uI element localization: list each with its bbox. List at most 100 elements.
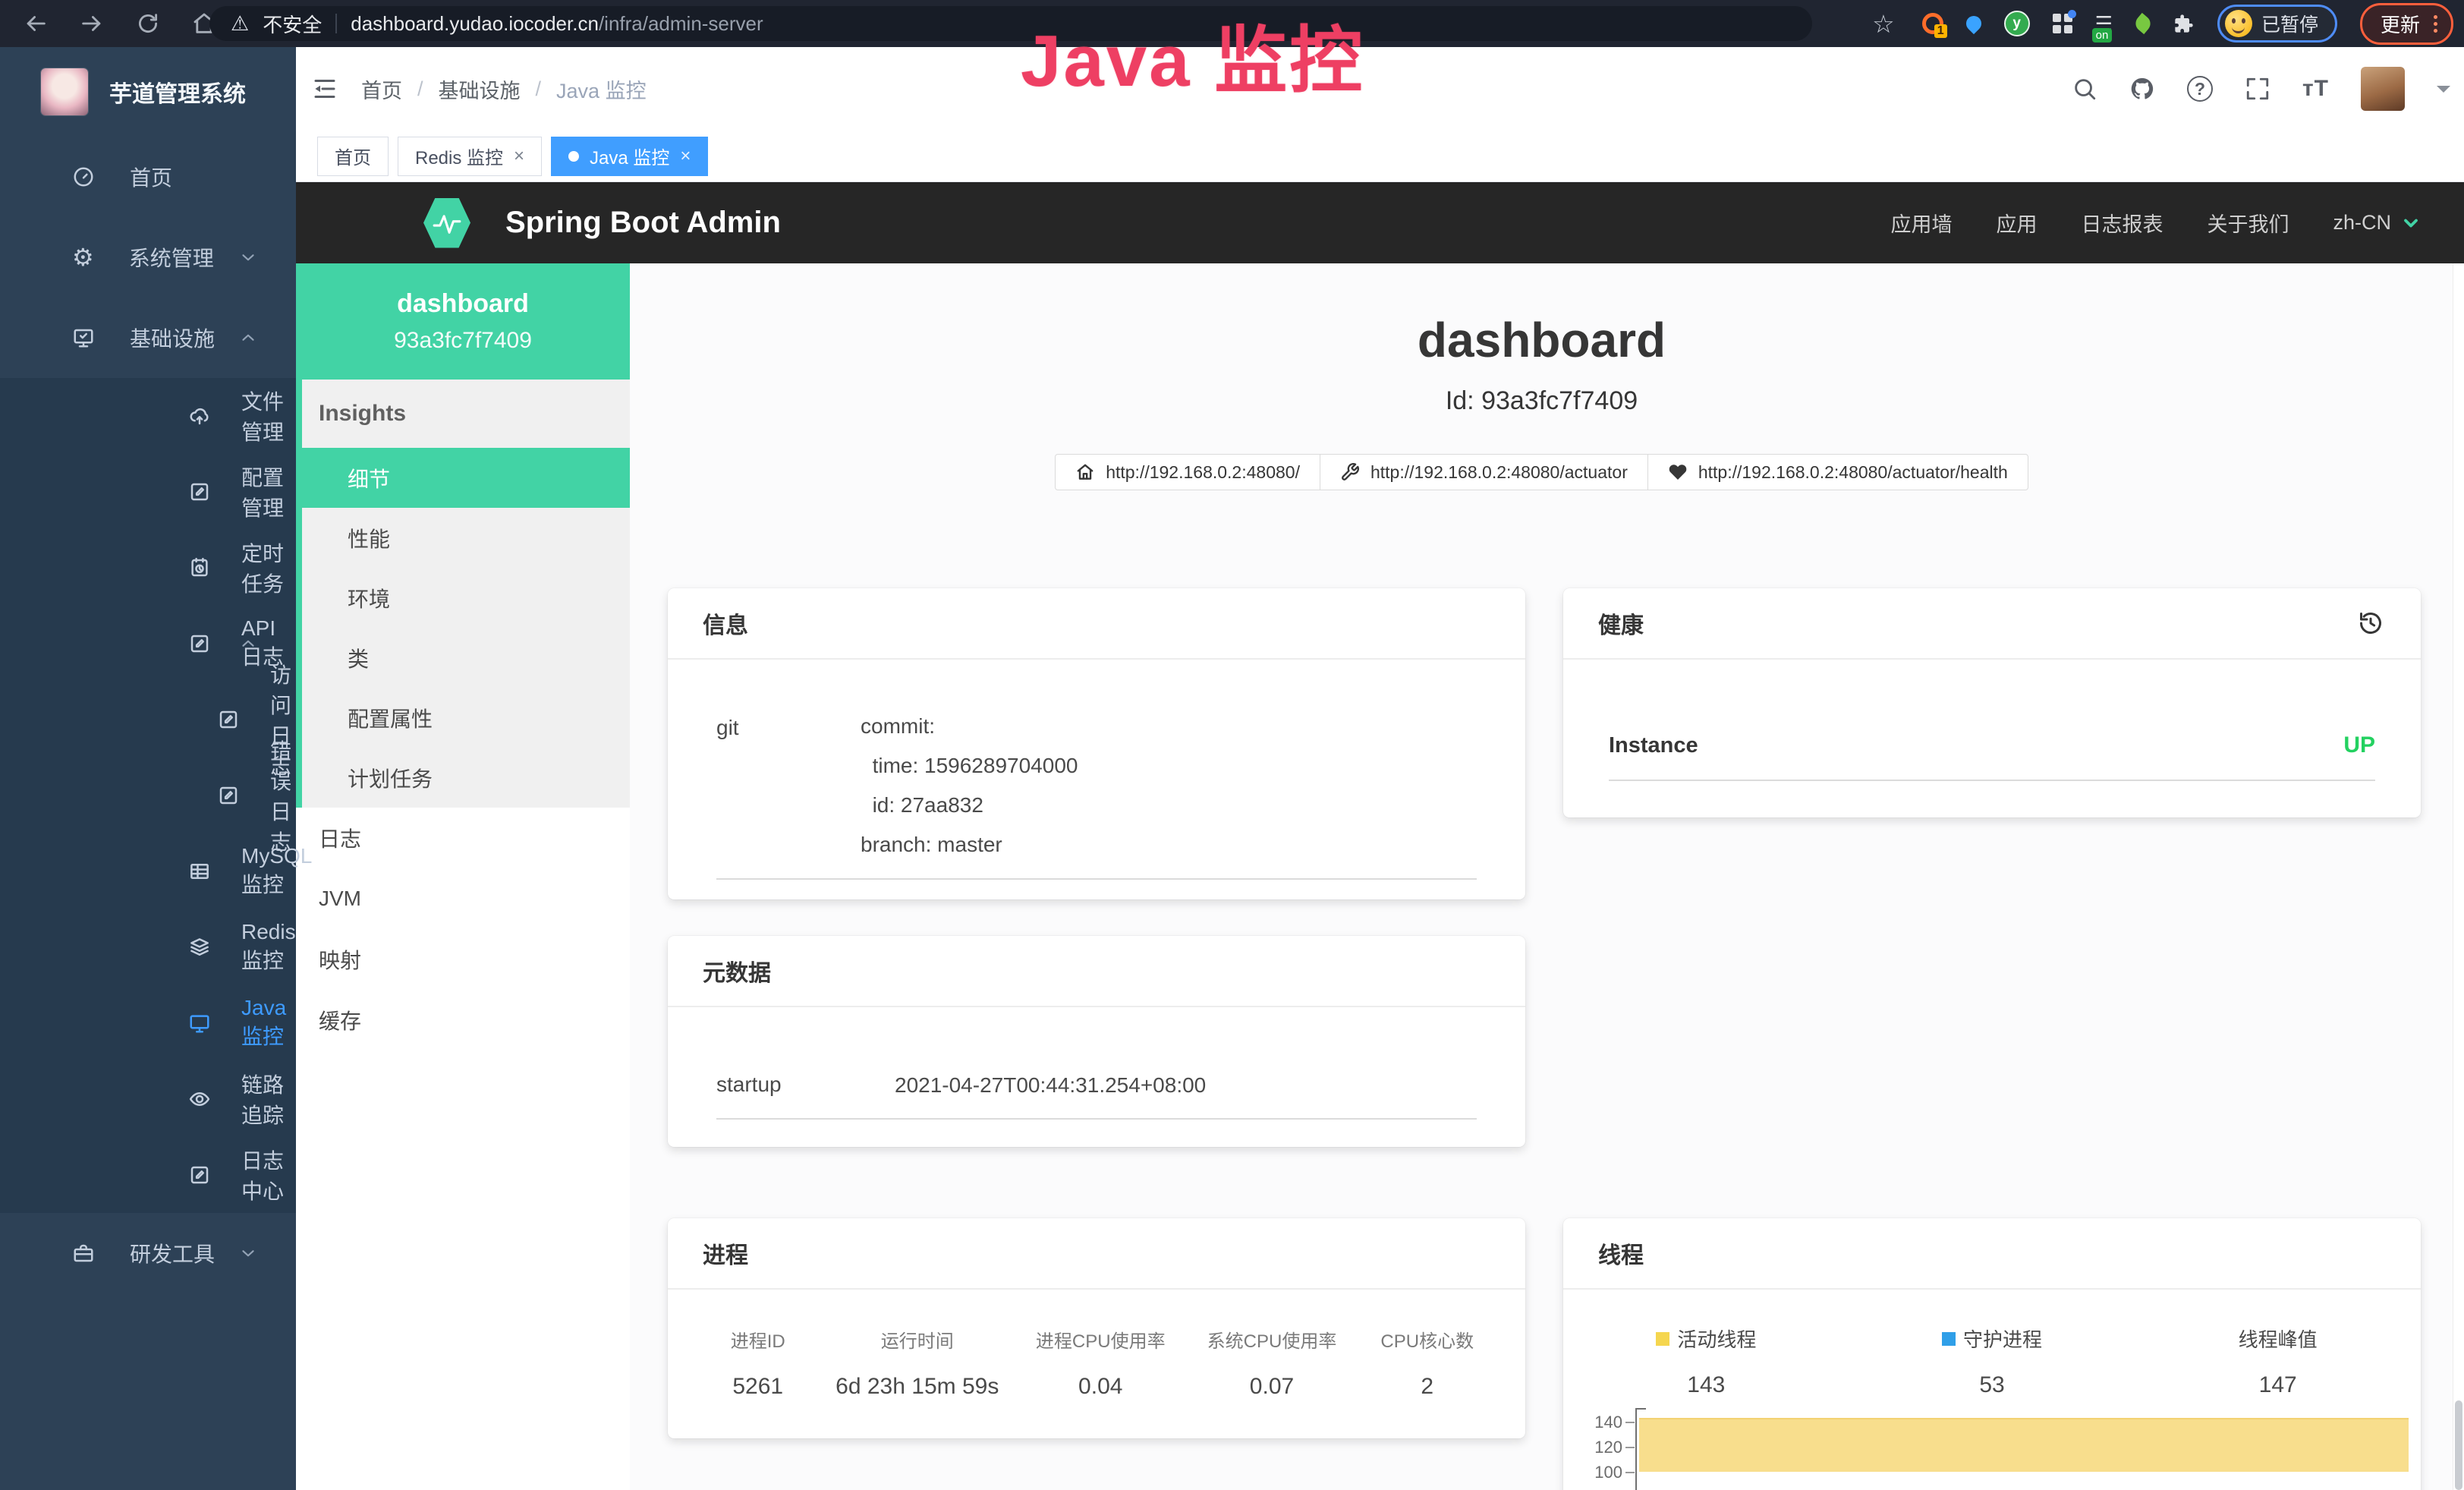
health-url-button[interactable]: http://192.168.0.2:48080/actuator/health	[1647, 454, 2028, 490]
service-url-button[interactable]: http://192.168.0.2:48080/	[1055, 454, 1320, 490]
reload-icon[interactable]	[135, 11, 161, 36]
sba-main: dashboard Id: 93a3fc7f7409 http://192.16…	[630, 263, 2453, 1490]
process-card: 进程 进程ID5261 运行时间6d 23h 15m 59s 进程CPU使用率0…	[668, 1218, 1525, 1438]
extension-leaf-icon[interactable]	[2132, 13, 2154, 34]
sidebar-item-log-center[interactable]: 日志中心	[0, 1137, 296, 1213]
chevron-down-icon	[2400, 213, 2422, 234]
help-icon[interactable]: ?	[2187, 76, 2213, 102]
sba-nav-wall[interactable]: 应用墙	[1890, 208, 1952, 238]
actuator-url-button[interactable]: http://192.168.0.2:48080/actuator	[1320, 454, 1648, 490]
sidebar-item-dev-tools[interactable]: 研发工具	[0, 1213, 296, 1293]
info-card-title: 信息	[703, 606, 748, 640]
legend-daemon-value: 53	[1849, 1372, 2135, 1398]
insights-group: Insights 细节 性能 环境 类 配置属性 计划任务	[296, 380, 630, 808]
sba-item-scheduled-tasks[interactable]: 计划任务	[302, 748, 630, 808]
sba-item-details[interactable]: 细节	[302, 448, 630, 508]
browser-menu-icon[interactable]	[2432, 14, 2439, 34]
sba-nav-journal[interactable]: 日志报表	[2081, 208, 2163, 238]
process-col-pid: 进程ID	[698, 1326, 818, 1353]
sba-item-metrics[interactable]: 性能	[302, 508, 630, 568]
sidebar-item-mysql-monitor[interactable]: MySQL 监控	[0, 833, 296, 909]
security-label: 不安全	[263, 10, 322, 38]
instance-id: 93a3fc7f7409	[394, 328, 532, 354]
page-subtitle: Id: 93a3fc7f7409	[630, 386, 2453, 416]
close-icon[interactable]: ×	[680, 146, 691, 167]
sba-item-mappings[interactable]: 映射	[296, 929, 630, 990]
breadcrumb-home[interactable]: 首页	[361, 74, 402, 104]
scrollbar-thumb[interactable]	[2455, 1400, 2462, 1490]
sidebar-item-infrastructure[interactable]: 基础设施	[0, 298, 296, 378]
breadcrumb-infrastructure[interactable]: 基础设施	[439, 74, 521, 104]
sidebar-item-access-log[interactable]: 访问日志	[0, 682, 296, 758]
extension-colorzilla-icon[interactable]: 1	[1922, 13, 1943, 34]
threads-card-title: 线程	[1598, 1236, 1644, 1270]
divider	[716, 878, 1477, 880]
sidebar-item-redis-monitor[interactable]: Redis 监控	[0, 909, 296, 985]
sidebar-item-java-monitor[interactable]: Java 监控	[0, 985, 296, 1061]
history-icon[interactable]	[2355, 608, 2386, 638]
info-git-value: commit: time: 1596289704000 id: 27aa832 …	[861, 707, 1078, 865]
chrome-update-button[interactable]: 更新	[2360, 3, 2453, 45]
process-cores-value: 2	[1360, 1374, 1496, 1400]
browser-toolbar: ⚠ 不安全 dashboard.yudao.iocoder.cn/infra/a…	[0, 0, 2464, 47]
search-icon[interactable]	[2072, 76, 2097, 102]
extension-switch-icon[interactable]: ☰on	[2095, 14, 2113, 33]
sidebar-item-system[interactable]: ⚙ 系统管理	[0, 217, 296, 298]
address-bar[interactable]: ⚠ 不安全 dashboard.yudao.iocoder.cn/infra/a…	[209, 6, 1812, 41]
sidebar-item-home[interactable]: 首页	[0, 137, 296, 217]
github-icon[interactable]	[2129, 76, 2155, 102]
sidebar-item-error-log[interactable]: 错误日志	[0, 758, 296, 833]
tab-home[interactable]: 首页	[317, 137, 389, 176]
sba-locale-select[interactable]: zh-CN	[2333, 211, 2422, 235]
sidebar-item-scheduled-jobs[interactable]: 定时任务	[0, 530, 296, 606]
sidebar-item-api-log[interactable]: API 日志	[0, 606, 296, 682]
instance-links: http://192.168.0.2:48080/ http://192.168…	[630, 454, 2453, 490]
sidebar-item-file-manage[interactable]: 文件管理	[0, 378, 296, 454]
extension-grid-icon[interactable]	[2053, 14, 2072, 33]
top-navbar: 首页 / 基础设施 / Java 监控 ? тT	[296, 47, 2464, 131]
layers-icon	[188, 936, 211, 959]
fullscreen-icon[interactable]	[2245, 76, 2270, 102]
chart-area-live-threads	[1639, 1418, 2409, 1472]
close-icon[interactable]: ×	[514, 146, 524, 167]
sba-item-caches[interactable]: 缓存	[296, 990, 630, 1051]
sba-brand[interactable]: Spring Boot Admin	[505, 206, 781, 240]
sba-sidebar: dashboard 93a3fc7f7409 Insights 细节 性能 环境…	[296, 263, 630, 1490]
process-col-cores: CPU核心数	[1360, 1326, 1496, 1353]
legend-swatch-live	[1656, 1332, 1669, 1346]
sidebar-item-config-manage[interactable]: 配置管理	[0, 454, 296, 530]
sba-item-config-props[interactable]: 配置属性	[302, 688, 630, 748]
tab-java-monitor[interactable]: Java 监控 ×	[551, 137, 708, 176]
edit-box-icon	[217, 708, 240, 731]
avatar-caret-icon[interactable]	[2437, 86, 2450, 99]
screen: Java 监控 ⚠ 不安全 dashboard.yudao.iocoder.cn…	[0, 0, 2464, 1490]
chevron-down-icon	[238, 247, 258, 267]
profile-paused-chip[interactable]: 已暂停	[2217, 5, 2337, 43]
sba-item-logs[interactable]: 日志	[296, 808, 630, 868]
tab-redis-monitor[interactable]: Redis 监控 ×	[398, 137, 542, 176]
extension-pin-icon[interactable]	[1963, 13, 1984, 34]
sba-nav-applications[interactable]: 应用	[1996, 208, 2037, 238]
sidebar-item-tracing[interactable]: 链路追踪	[0, 1061, 296, 1137]
extensions-puzzle-icon[interactable]	[2173, 13, 2195, 34]
edit-box-icon	[188, 1164, 211, 1186]
bookmark-star-icon[interactable]: ☆	[1872, 9, 1895, 39]
sba-logo-icon[interactable]	[423, 198, 470, 248]
divider	[716, 1118, 1477, 1120]
app-menu: 首页 ⚙ 系统管理 基础设施 文件管理 配置管理	[0, 137, 296, 1293]
sidebar-fold-icon[interactable]	[311, 75, 338, 102]
font-size-icon[interactable]: тT	[2302, 76, 2329, 102]
sba-nav-about[interactable]: 关于我们	[2207, 208, 2289, 238]
user-avatar[interactable]	[2361, 67, 2405, 111]
sba-item-jvm[interactable]: JVM	[296, 868, 630, 929]
scrollbar-track[interactable]	[2453, 263, 2464, 1490]
forward-icon[interactable]	[79, 11, 105, 36]
extension-y-icon[interactable]: y	[2004, 11, 2030, 36]
sba-item-classes[interactable]: 类	[302, 628, 630, 688]
metadata-startup-value: 2021-04-27T00:44:31.254+08:00	[895, 1073, 1206, 1098]
ytick-140: 140	[1563, 1413, 1622, 1432]
sba-item-environment[interactable]: 环境	[302, 568, 630, 628]
back-icon[interactable]	[23, 11, 49, 36]
breadcrumb: 首页 / 基础设施 / Java 监控	[361, 74, 647, 104]
edit-box-icon	[217, 784, 240, 807]
